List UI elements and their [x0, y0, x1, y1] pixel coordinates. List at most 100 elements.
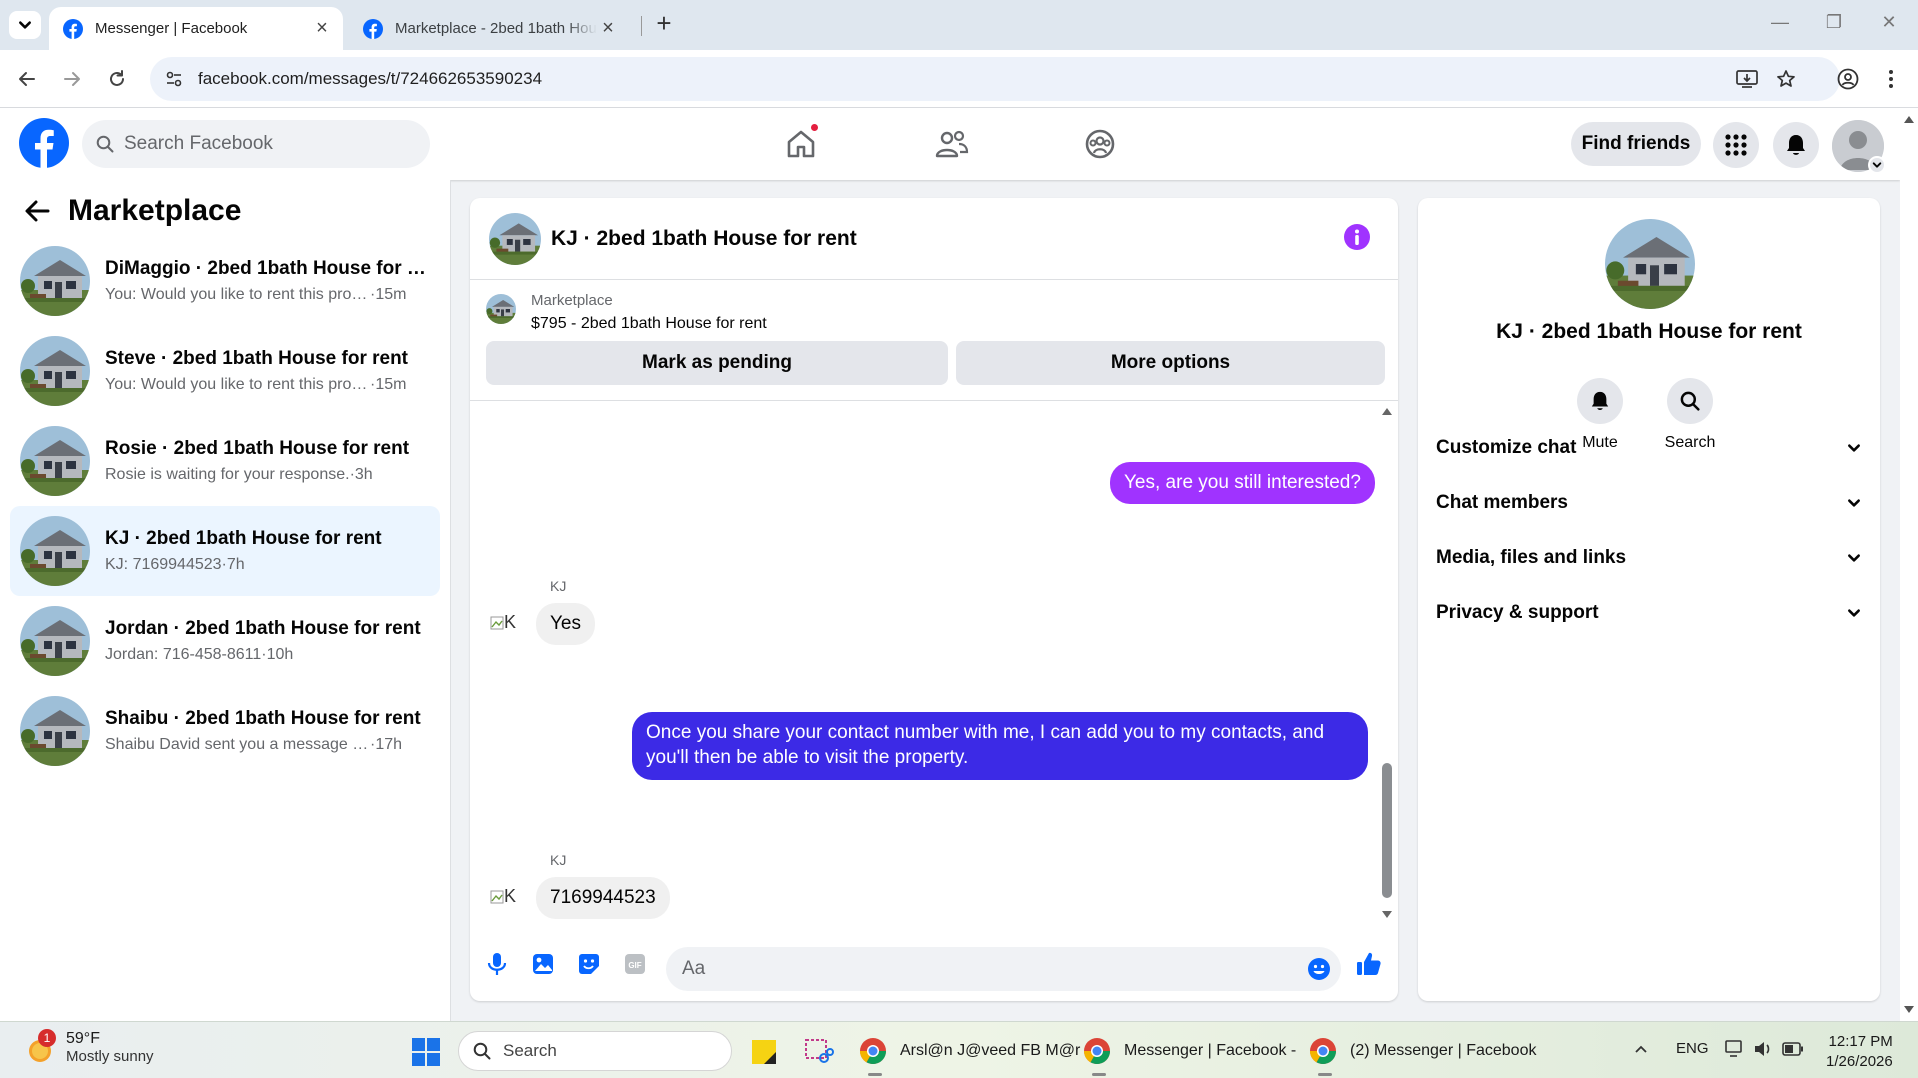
browser-tab-marketplace[interactable]: Marketplace - 2bed 1bath House for rent …	[349, 7, 629, 50]
url-omnibox[interactable]: facebook.com/messages/t/724662653590234	[150, 57, 1840, 101]
conversation-time: ·15m	[370, 286, 407, 303]
conversation-item[interactable]: Rosie · 2bed 1bath House for rent Rosie i…	[10, 416, 440, 506]
close-window-icon[interactable]: ✕	[1877, 12, 1901, 36]
privacy-support-section[interactable]: Privacy & support	[1436, 589, 1861, 637]
message-input-box[interactable]	[666, 947, 1341, 991]
close-tab-icon[interactable]: ×	[311, 17, 333, 40]
svg-text:GIF: GIF	[628, 961, 641, 970]
sender-avatar: K	[490, 612, 516, 633]
chat-info-avatar[interactable]	[1605, 219, 1695, 309]
attach-photo-button[interactable]	[529, 950, 557, 978]
find-friends-button[interactable]: Find friends	[1571, 122, 1701, 166]
emoji-icon[interactable]	[1307, 957, 1331, 981]
conversation-name: Steve · 2bed 1bath House for rent	[105, 348, 409, 369]
marketplace-conversation-list: Marketplace DiMaggio · 2bed 1bath House …	[0, 180, 451, 1021]
photo-icon	[533, 954, 553, 974]
network-icon[interactable]	[1725, 1040, 1745, 1058]
forward-arrow-icon[interactable]	[59, 66, 85, 92]
active-indicator	[1318, 1073, 1332, 1076]
home-nav-button[interactable]	[779, 122, 823, 166]
notifications-button[interactable]	[1773, 122, 1819, 168]
conversation-avatar	[20, 246, 90, 316]
groups-icon	[1085, 129, 1115, 159]
taskbar-app-chrome-1[interactable]: Arsl@n J@veed FB M@r	[858, 1032, 1080, 1076]
info-icon[interactable]	[1343, 223, 1371, 251]
media-files-links-section[interactable]: Media, files and links	[1436, 534, 1861, 582]
browser-tab-messenger[interactable]: Messenger | Facebook ×	[49, 7, 343, 50]
scroll-up-arrow-icon[interactable]	[1381, 406, 1393, 416]
chevron-down-icon	[1847, 441, 1861, 455]
conversation-item[interactable]: Shaibu · 2bed 1bath House for rent Shaibu…	[10, 686, 440, 776]
mark-as-pending-button[interactable]: Mark as pending	[486, 341, 948, 385]
sticky-notes-icon[interactable]	[750, 1038, 778, 1066]
account-dropdown-badge[interactable]	[1868, 156, 1886, 174]
message-input[interactable]	[682, 958, 1272, 980]
weather-widget[interactable]: 1 59°F Mostly sunny	[24, 1028, 154, 1065]
friends-icon	[935, 130, 969, 158]
incoming-message[interactable]: 7169944523	[536, 877, 670, 919]
facebook-favicon-icon	[363, 18, 383, 39]
back-arrow-icon[interactable]	[14, 66, 40, 92]
volume-icon[interactable]	[1753, 1040, 1773, 1058]
profile-account-icon[interactable]	[1837, 68, 1859, 90]
incoming-message[interactable]: Yes	[536, 603, 595, 645]
conversation-preview: You: Would you like to rent this propert…	[105, 376, 370, 393]
snipping-tool-icon[interactable]	[804, 1038, 834, 1066]
facebook-search-box[interactable]	[82, 120, 430, 168]
groups-nav-button[interactable]	[1078, 122, 1122, 166]
conversation-item[interactable]: KJ · 2bed 1bath House for rent KJ: 716994…	[10, 506, 440, 596]
show-hidden-icons-chevron-icon[interactable]	[1634, 1044, 1648, 1054]
listing-summary[interactable]: Marketplace $795 - 2bed 1bath House for …	[486, 292, 767, 333]
facebook-search-input[interactable]	[124, 133, 404, 155]
outgoing-message[interactable]: Yes, are you still interested?	[1110, 462, 1375, 504]
taskbar-search-box[interactable]: Search	[458, 1031, 732, 1071]
site-settings-icon[interactable]	[164, 69, 184, 89]
reload-icon[interactable]	[104, 66, 130, 92]
conversation-time: ·3h	[349, 466, 373, 483]
windows-start-icon[interactable]	[412, 1038, 440, 1066]
send-like-button[interactable]	[1355, 950, 1383, 978]
outgoing-message[interactable]: Once you share your contact number with …	[632, 712, 1368, 780]
browser-tab-bar: Messenger | Facebook × Marketplace - 2be…	[0, 0, 1918, 50]
page-scrollbar[interactable]	[1900, 108, 1918, 1021]
taskbar-app-chrome-2[interactable]: Messenger | Facebook -	[1082, 1032, 1296, 1076]
friends-nav-button[interactable]	[930, 122, 974, 166]
restore-window-icon[interactable]: ❐	[1822, 12, 1846, 36]
message-composer: GIF	[470, 936, 1398, 1001]
chat-scrollbar-thumb[interactable]	[1382, 763, 1392, 898]
conversation-avatar	[20, 336, 90, 406]
tab-search-menu-button[interactable]	[9, 11, 41, 39]
close-tab-icon[interactable]: ×	[597, 17, 619, 40]
chat-header: KJ · 2bed 1bath House for rent	[470, 198, 1398, 280]
scroll-down-arrow-icon[interactable]	[1903, 1005, 1915, 1015]
notification-dot	[809, 122, 820, 133]
chat-title[interactable]: KJ · 2bed 1bath House for rent	[551, 227, 857, 251]
listing-source: Marketplace	[531, 292, 613, 309]
chat-avatar[interactable]	[489, 213, 541, 265]
customize-chat-section[interactable]: Customize chat	[1436, 424, 1861, 472]
menu-apps-button[interactable]	[1713, 122, 1759, 168]
more-options-button[interactable]: More options	[956, 341, 1385, 385]
scroll-up-arrow-icon[interactable]	[1903, 114, 1915, 124]
gif-button[interactable]: GIF	[621, 950, 649, 978]
conversation-item[interactable]: Steve · 2bed 1bath House for rent You: Wo…	[10, 326, 440, 416]
conversation-item[interactable]: Jordan · 2bed 1bath House for rent Jordan…	[10, 596, 440, 686]
scroll-down-arrow-icon[interactable]	[1381, 910, 1393, 920]
voice-clip-button[interactable]	[483, 950, 511, 978]
back-arrow-icon[interactable]	[24, 199, 50, 223]
new-tab-plus-icon[interactable]: +	[652, 10, 676, 36]
chat-members-section[interactable]: Chat members	[1436, 479, 1861, 527]
facebook-logo-icon[interactable]	[19, 118, 69, 168]
language-indicator[interactable]: ENG	[1676, 1040, 1709, 1057]
browser-menu-icon[interactable]	[1888, 68, 1894, 90]
sticker-button[interactable]	[575, 950, 603, 978]
bookmark-star-icon[interactable]	[1776, 69, 1796, 89]
conversation-time: ·17h	[370, 736, 403, 753]
battery-icon[interactable]	[1782, 1042, 1804, 1056]
install-app-icon[interactable]	[1736, 69, 1758, 89]
conversation-item[interactable]: DiMaggio · 2bed 1bath House for rent You:…	[10, 236, 440, 326]
taskbar-app-chrome-3[interactable]: (2) Messenger | Facebook	[1308, 1032, 1536, 1076]
conversation-avatar	[20, 426, 90, 496]
system-clock[interactable]: 12:17 PM 1/26/2026	[1826, 1032, 1893, 1072]
minimize-window-icon[interactable]: —	[1768, 12, 1792, 36]
